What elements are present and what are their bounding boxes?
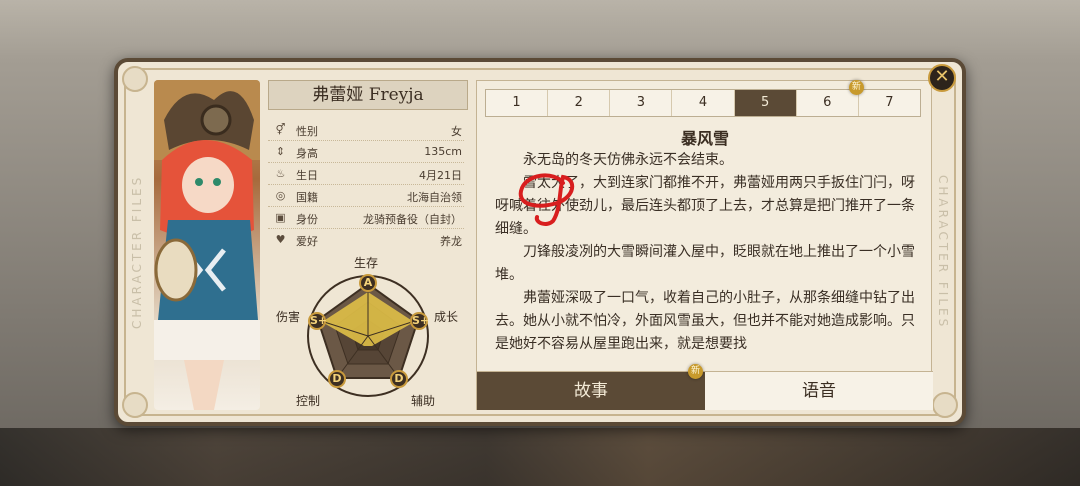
birthday-cake-icon: ♨ xyxy=(275,167,286,180)
story-paragraph: 刀锋般凌冽的大雪瞬间灌入屋中，眨眼就在地上推出了一个小雪堆。 xyxy=(495,244,915,283)
info-value: 女 xyxy=(451,125,462,138)
info-value: 龙骑预备役（自封） xyxy=(363,213,462,226)
radar-label-control: 控制 xyxy=(296,394,321,408)
info-row-gender: ⚥ 性别 女 xyxy=(268,120,464,141)
character-name: 弗蕾娅 Freyja xyxy=(268,80,468,110)
heart-icon: ♥ xyxy=(275,233,286,246)
info-value: 养龙 xyxy=(440,235,462,248)
grade-badge-control: D xyxy=(328,370,346,388)
info-label: 国籍 xyxy=(296,191,318,204)
ability-radar: 生存 A 成长 S+ 辅助 D 控制 D 伤害 S+ xyxy=(268,252,468,412)
radar-label-damage: 伤害 xyxy=(276,310,301,324)
grade-badge-damage: S+ xyxy=(308,312,327,330)
radar-label-survival: 生存 xyxy=(354,256,379,270)
gender-icon: ⚥ xyxy=(275,123,286,136)
story-panel: 1 2 3 4 5 6 新 7 暴风雪 永无岛的冬天仿佛永远不会结束。 雪太大了… xyxy=(476,80,933,410)
info-row-birthday: ♨ 生日 4月21日 xyxy=(268,164,464,185)
grade-badge-support: D xyxy=(390,370,408,388)
info-row-identity: ▣ 身份 龙骑预备役（自封） xyxy=(268,208,464,229)
info-row-nationality: ◎ 国籍 北海自治领 xyxy=(268,186,464,207)
corner-ornament xyxy=(932,392,958,418)
corner-ornament xyxy=(122,66,148,92)
character-portrait xyxy=(154,80,260,410)
new-badge: 新 xyxy=(688,364,703,379)
voice-tab[interactable]: 语音 xyxy=(705,372,933,410)
background-bottom-strip xyxy=(0,428,1080,486)
story-tab[interactable]: 故事 新 xyxy=(477,364,705,410)
corner-ornament xyxy=(122,392,148,418)
chapter-tab-3[interactable]: 3 xyxy=(610,90,673,116)
info-label: 身高 xyxy=(296,147,318,160)
info-value: 北海自治领 xyxy=(407,191,462,204)
story-title: 暴风雪 xyxy=(680,129,729,148)
red-annotation-mark xyxy=(518,173,574,226)
chapter-tabs: 1 2 3 4 5 6 新 7 xyxy=(485,80,921,117)
info-label: 身份 xyxy=(296,213,318,226)
side-label-right: CHARACTER FILES xyxy=(936,174,950,330)
info-label: 生日 xyxy=(296,169,318,182)
chapter-tab-1[interactable]: 1 xyxy=(486,90,549,116)
info-label: 爱好 xyxy=(296,235,318,248)
info-label: 性别 xyxy=(296,125,318,138)
info-row-height: ⇕ 身高 135cm xyxy=(268,142,464,163)
story-paragraph: 弗蕾娅深吸了一口气，收着自己的小肚子，从那条细缝中钻了出去。她从小就不怕冷，外面… xyxy=(495,290,915,352)
info-row-hobby: ♥ 爱好 养龙 xyxy=(268,230,464,250)
bottom-tabs: 故事 新 语音 xyxy=(477,364,933,410)
radar-label-support: 辅助 xyxy=(411,394,436,408)
chapter-tab-4[interactable]: 4 xyxy=(672,90,735,116)
radar-label-growth: 成长 xyxy=(434,310,459,324)
chapter-tab-2[interactable]: 2 xyxy=(548,90,611,116)
grade-badge-growth: S+ xyxy=(410,312,429,330)
height-icon: ⇕ xyxy=(275,145,286,158)
chapter-tab-label: 6 xyxy=(823,95,832,110)
close-button[interactable]: ✕ xyxy=(928,64,956,92)
character-file-card: CHARACTER FILES CHARACTER FILES 弗蕾娅 Frey… xyxy=(114,58,966,426)
side-label-left: CHARACTER FILES xyxy=(130,174,144,330)
id-card-icon: ▣ xyxy=(275,211,286,224)
grade-badge-survival: A xyxy=(359,274,377,292)
info-value: 4月21日 xyxy=(419,169,462,182)
close-icon: ✕ xyxy=(934,66,950,87)
chapter-tab-7[interactable]: 7 xyxy=(859,90,920,116)
globe-icon: ◎ xyxy=(275,189,286,202)
info-value: 135cm xyxy=(424,145,462,158)
story-tab-label: 故事 xyxy=(574,381,608,401)
chapter-tab-6[interactable]: 6 新 xyxy=(797,80,864,116)
chapter-tab-5[interactable]: 5 xyxy=(734,90,797,116)
